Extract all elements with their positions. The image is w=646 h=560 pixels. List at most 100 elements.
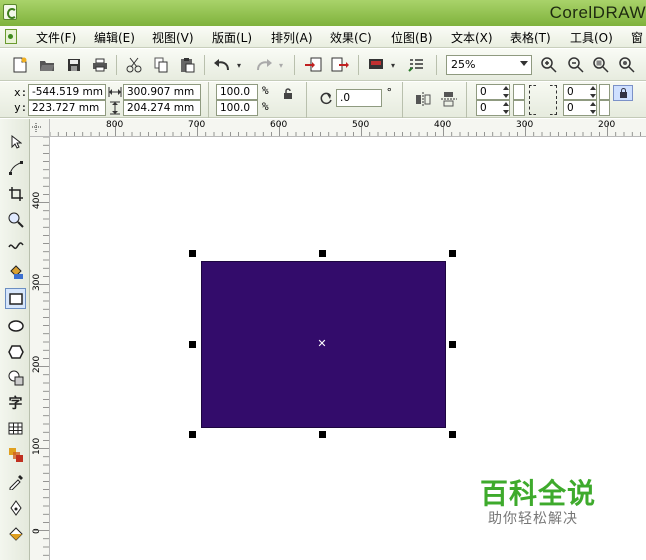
rotate-icon bbox=[319, 91, 333, 105]
percent-label: % bbox=[262, 84, 269, 97]
separator bbox=[402, 82, 403, 118]
y-label: y: bbox=[14, 101, 28, 114]
spinner-icon[interactable] bbox=[502, 101, 512, 115]
export-icon[interactable] bbox=[330, 55, 350, 75]
spinner-icon[interactable] bbox=[589, 85, 599, 99]
text-tool-icon[interactable]: 字 bbox=[5, 392, 26, 413]
ruler-ticks bbox=[34, 137, 49, 556]
vertical-ruler[interactable]: 400 300 200 100 0 bbox=[30, 137, 50, 560]
menu-window[interactable]: 窗 bbox=[631, 29, 643, 46]
separator bbox=[466, 82, 467, 118]
rotation-field[interactable]: .0 bbox=[336, 89, 382, 107]
new-icon[interactable] bbox=[10, 55, 30, 75]
mirror-horizontal-icon[interactable] bbox=[415, 91, 431, 107]
corner-bracket-icon bbox=[550, 101, 557, 115]
spin-button[interactable] bbox=[513, 84, 525, 100]
undo-icon[interactable] bbox=[212, 55, 232, 75]
zoom-page-icon[interactable] bbox=[617, 55, 637, 75]
basic-shapes-icon[interactable] bbox=[5, 367, 26, 388]
crop-tool-icon[interactable] bbox=[5, 183, 26, 204]
freehand-tool-icon[interactable] bbox=[5, 235, 26, 256]
separator bbox=[358, 55, 359, 75]
x-label: x: bbox=[14, 86, 28, 99]
menu-text[interactable]: 文本(X) bbox=[451, 29, 493, 46]
width-field[interactable]: 300.907 mm bbox=[123, 84, 201, 100]
spinner-icon[interactable] bbox=[589, 101, 599, 115]
spin-button[interactable] bbox=[599, 100, 610, 116]
open-icon[interactable] bbox=[37, 55, 57, 75]
import-icon[interactable] bbox=[303, 55, 323, 75]
zoom-level-select[interactable]: 25% bbox=[446, 55, 532, 75]
separator bbox=[208, 82, 209, 118]
spinner-icon[interactable] bbox=[502, 85, 512, 99]
degree-label: ° bbox=[386, 86, 393, 99]
selection-handle-bottom-right[interactable] bbox=[449, 431, 456, 438]
selection-handle-top-left[interactable] bbox=[189, 250, 196, 257]
x-position-field[interactable]: -544.519 mm bbox=[28, 84, 106, 100]
horizontal-ruler[interactable]: 800 700 600 500 400 300 200 bbox=[50, 119, 646, 137]
lock-corners-icon[interactable] bbox=[613, 85, 633, 101]
selection-handle-right[interactable] bbox=[449, 341, 456, 348]
print-icon[interactable] bbox=[90, 55, 110, 75]
rectangle-tool-icon[interactable] bbox=[5, 288, 26, 309]
document-icon[interactable] bbox=[5, 29, 17, 44]
menu-effects[interactable]: 效果(C) bbox=[330, 29, 372, 46]
scale-width-field[interactable]: 100.0 bbox=[216, 84, 258, 100]
fill-tool-icon[interactable] bbox=[5, 523, 26, 544]
menu-bitmaps[interactable]: 位图(B) bbox=[391, 29, 433, 46]
blend-tool-icon[interactable] bbox=[5, 444, 26, 465]
pick-tool-icon[interactable] bbox=[5, 131, 26, 152]
menu-bar: 文件(F) 编辑(E) 视图(V) 版面(L) 排列(A) 效果(C) 位图(B… bbox=[0, 26, 646, 48]
table-tool-icon[interactable] bbox=[5, 418, 26, 439]
paste-icon[interactable] bbox=[177, 55, 197, 75]
eyedropper-tool-icon[interactable] bbox=[5, 471, 26, 492]
y-position-field[interactable]: 223.727 mm bbox=[28, 100, 106, 116]
selection-handle-top[interactable] bbox=[319, 250, 326, 257]
app-launcher-dropdown-icon[interactable]: ▾ bbox=[388, 55, 398, 75]
redo-icon[interactable] bbox=[254, 55, 274, 75]
menu-tools[interactable]: 工具(O) bbox=[570, 29, 613, 46]
save-icon[interactable] bbox=[64, 55, 84, 75]
copy-icon[interactable] bbox=[151, 55, 171, 75]
shape-tool-icon[interactable] bbox=[5, 157, 26, 178]
welcome-icon[interactable] bbox=[406, 55, 426, 75]
menu-layout[interactable]: 版面(L) bbox=[212, 29, 252, 46]
percent-label: % bbox=[262, 100, 269, 113]
app-launcher-icon[interactable] bbox=[366, 55, 386, 75]
width-icon bbox=[108, 86, 122, 98]
height-field[interactable]: 204.274 mm bbox=[123, 100, 201, 116]
mirror-vertical-icon[interactable] bbox=[441, 91, 457, 107]
scale-height-field[interactable]: 100.0 bbox=[216, 100, 258, 116]
zoom-in-icon[interactable] bbox=[539, 55, 559, 75]
selection-handle-left[interactable] bbox=[189, 341, 196, 348]
menu-table[interactable]: 表格(T) bbox=[510, 29, 551, 46]
menu-file[interactable]: 文件(F) bbox=[36, 29, 76, 46]
zoom-out-icon[interactable] bbox=[566, 55, 586, 75]
corner-bracket-icon bbox=[550, 85, 557, 99]
center-marker-icon[interactable]: ✕ bbox=[317, 338, 327, 349]
selection-handle-top-right[interactable] bbox=[449, 250, 456, 257]
smart-fill-icon[interactable] bbox=[5, 261, 26, 282]
cut-icon[interactable] bbox=[124, 55, 144, 75]
redo-dropdown-icon[interactable]: ▾ bbox=[276, 55, 286, 75]
selection-handle-bottom[interactable] bbox=[319, 431, 326, 438]
lock-ratio-icon[interactable] bbox=[282, 88, 294, 100]
menu-edit[interactable]: 编辑(E) bbox=[94, 29, 135, 46]
polygon-tool-icon[interactable] bbox=[5, 341, 26, 362]
zoom-tool-icon[interactable] bbox=[5, 209, 26, 230]
menu-view[interactable]: 视图(V) bbox=[152, 29, 194, 46]
separator bbox=[204, 55, 205, 75]
selection-handle-bottom-left[interactable] bbox=[189, 431, 196, 438]
ruler-origin[interactable] bbox=[30, 119, 50, 137]
undo-dropdown-icon[interactable]: ▾ bbox=[234, 55, 244, 75]
corner-bracket-icon bbox=[529, 85, 536, 99]
outline-tool-icon[interactable] bbox=[5, 497, 26, 518]
app-title: CorelDRAW bbox=[549, 3, 646, 22]
standard-toolbar: ▾ ▾ ▾ bbox=[0, 49, 646, 81]
zoom-all-icon[interactable] bbox=[591, 55, 611, 75]
separator bbox=[306, 82, 307, 118]
ellipse-tool-icon[interactable] bbox=[5, 315, 26, 336]
spin-button[interactable] bbox=[599, 84, 610, 100]
spin-button[interactable] bbox=[513, 100, 525, 116]
menu-arrange[interactable]: 排列(A) bbox=[271, 29, 313, 46]
